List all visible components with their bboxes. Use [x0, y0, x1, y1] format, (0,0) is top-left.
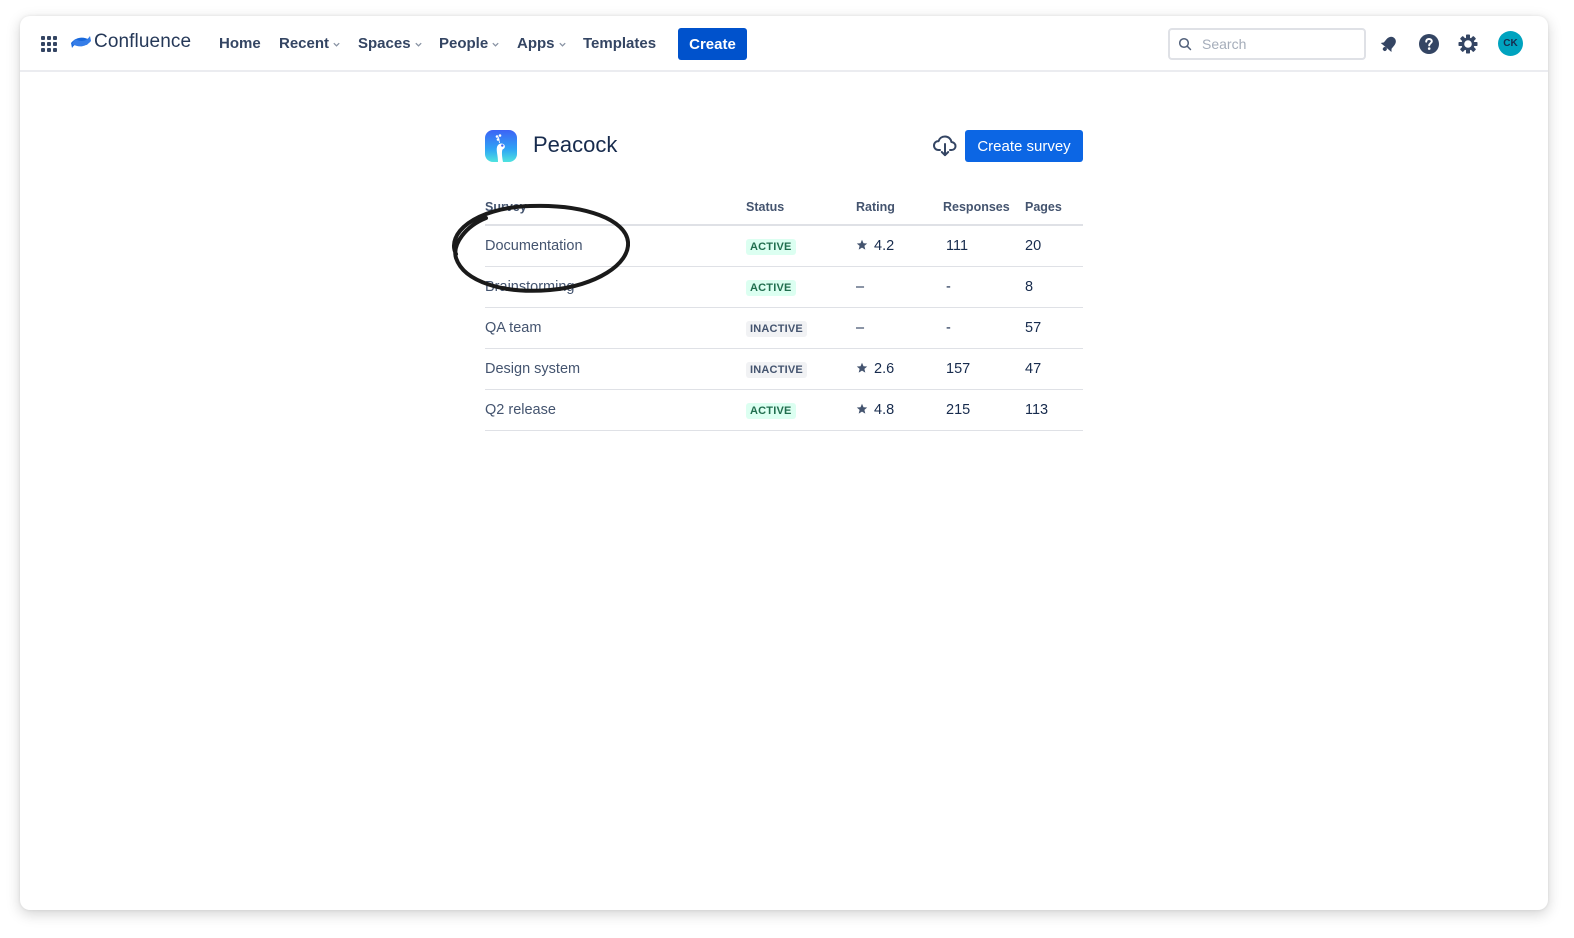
status-cell: INACTIVE	[746, 348, 856, 390]
nav-templates[interactable]: Templates	[583, 35, 656, 52]
status-badge: INACTIVE	[746, 320, 807, 337]
survey-name-link[interactable]: Brainstorming	[485, 266, 746, 308]
status-badge: ACTIVE	[746, 402, 796, 419]
help-icon	[1419, 34, 1439, 54]
create-button[interactable]: Create	[678, 28, 747, 60]
search-input[interactable]	[1200, 35, 1354, 53]
status-cell: ACTIVE	[746, 266, 856, 308]
cloud-download-icon	[933, 135, 957, 157]
rating-value: –	[856, 320, 865, 336]
chevron-down-icon	[333, 42, 340, 47]
star-icon	[856, 239, 868, 250]
survey-name-link[interactable]: Design system	[485, 348, 746, 390]
nav-home-label: Home	[219, 35, 261, 52]
nav-spaces-label: Spaces	[358, 35, 411, 52]
confluence-logo-icon	[71, 36, 91, 48]
rating-value: 2.6	[874, 361, 895, 377]
status-badge: ACTIVE	[746, 238, 796, 255]
nav-spaces[interactable]: Spaces	[358, 35, 423, 52]
surveys-table: Survey Status Rating Responses Pages Doc…	[485, 190, 1083, 431]
pages-cell: 47	[1025, 348, 1083, 390]
rating-value: 4.8	[874, 402, 895, 418]
table-row[interactable]: Documentation ACTIVE 4.2 111 20	[485, 225, 1083, 267]
nav-apps-label: Apps	[517, 35, 555, 52]
nav-recent[interactable]: Recent	[279, 35, 341, 52]
column-header-responses[interactable]: Responses	[943, 190, 1025, 226]
rating-value: 4.2	[874, 238, 895, 254]
rating-cell: 2.6	[856, 348, 943, 390]
rating-cell: 4.8	[856, 389, 943, 431]
chevron-down-icon	[558, 42, 566, 47]
nav-templates-label: Templates	[583, 35, 657, 52]
responses-cell: 215	[943, 389, 1025, 431]
status-cell: ACTIVE	[746, 389, 856, 431]
settings-button[interactable]	[1456, 32, 1480, 56]
star-icon	[856, 403, 868, 414]
nav-apps[interactable]: Apps	[517, 35, 567, 52]
pages-cell: 8	[1025, 266, 1083, 308]
nav-home[interactable]: Home	[219, 35, 261, 52]
pages-cell: 57	[1025, 307, 1083, 349]
app-window: Confluence Home Recent Spaces People App…	[20, 16, 1548, 910]
space-header: Peacock Create survey	[485, 128, 1083, 164]
confluence-logo[interactable]: Confluence	[71, 31, 191, 53]
help-button[interactable]	[1417, 32, 1441, 56]
column-header-status[interactable]: Status	[746, 190, 856, 226]
rating-value: –	[856, 279, 865, 295]
responses-cell: 157	[943, 348, 1025, 390]
status-badge: INACTIVE	[746, 361, 807, 378]
create-survey-button[interactable]: Create survey	[965, 130, 1083, 162]
survey-name-link[interactable]: QA team	[485, 307, 746, 349]
survey-name-link[interactable]: Q2 release	[485, 389, 746, 431]
nav-recent-label: Recent	[279, 35, 330, 52]
star-icon	[856, 362, 868, 373]
column-header-rating[interactable]: Rating	[856, 190, 943, 226]
table-row[interactable]: Brainstorming ACTIVE – -8	[485, 266, 1083, 308]
app-switcher-icon[interactable]	[41, 36, 58, 53]
search-icon	[1178, 37, 1192, 51]
import-button[interactable]	[932, 134, 958, 158]
notifications-button[interactable]	[1377, 32, 1401, 56]
column-header-survey[interactable]: Survey	[485, 190, 746, 226]
space-content: Peacock Create survey Survey Status Rati…	[485, 128, 1083, 431]
settings-icon	[1458, 34, 1478, 54]
table-header-row: Survey Status Rating Responses Pages	[485, 190, 1083, 226]
nav-people-label: People	[439, 35, 489, 52]
table-row[interactable]: Q2 release ACTIVE 4.8 215 113	[485, 389, 1083, 431]
chevron-down-icon	[492, 42, 499, 47]
status-badge: ACTIVE	[746, 279, 796, 296]
responses-cell: 111	[943, 225, 1025, 267]
user-avatar[interactable]: CK	[1498, 31, 1523, 56]
pages-cell: 113	[1025, 389, 1083, 431]
rating-cell: –	[856, 307, 943, 349]
product-name: Confluence	[94, 31, 192, 52]
responses-cell: -	[943, 266, 1025, 308]
pages-cell: 20	[1025, 225, 1083, 267]
column-header-pages[interactable]: Pages	[1025, 190, 1083, 226]
rating-cell: 4.2	[856, 225, 943, 267]
notifications-icon	[1380, 36, 1396, 52]
status-cell: INACTIVE	[746, 307, 856, 349]
survey-name-link[interactable]: Documentation	[485, 225, 746, 267]
search-box[interactable]	[1168, 28, 1366, 60]
table-row[interactable]: QA team INACTIVE – -57	[485, 307, 1083, 349]
space-title: Peacock	[533, 132, 618, 157]
peacock-space-icon	[485, 130, 517, 162]
top-navigation: Confluence Home Recent Spaces People App…	[20, 16, 1548, 72]
chevron-down-icon	[414, 42, 422, 47]
status-cell: ACTIVE	[746, 225, 856, 267]
table-row[interactable]: Design system INACTIVE 2.6 157 47	[485, 348, 1083, 390]
rating-cell: –	[856, 266, 943, 308]
nav-people[interactable]: People	[439, 35, 500, 52]
responses-cell: -	[943, 307, 1025, 349]
